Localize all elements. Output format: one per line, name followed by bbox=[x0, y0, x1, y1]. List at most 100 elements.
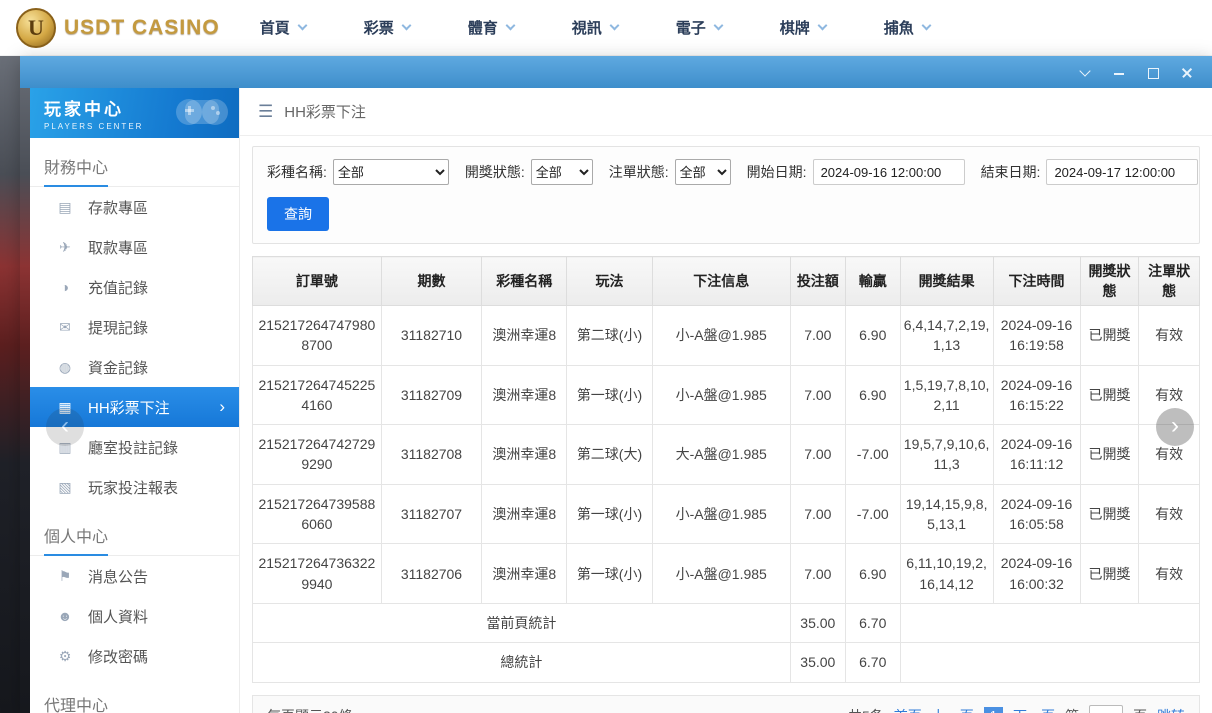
table-cell: 2024-09-16 16:19:58 bbox=[993, 306, 1080, 366]
nav-item[interactable]: 棋牌 bbox=[780, 17, 826, 38]
sidebar-item[interactable]: ⚑消息公告 bbox=[30, 556, 239, 596]
table-cell: 2152172647395886060 bbox=[253, 484, 382, 544]
sidebar-header: 玩家中心 PLAYERS CENTER bbox=[30, 88, 239, 138]
page-suffix-label: 页 bbox=[1133, 706, 1147, 713]
table-cell: 第二球(小) bbox=[567, 306, 652, 366]
sidebar-item[interactable]: ▤存款專區 bbox=[30, 187, 239, 227]
nav-item-label: 視訊 bbox=[572, 17, 602, 38]
bets-table: 訂單號期數彩種名稱玩法下注信息投注額輸贏開獎結果下注時間開獎狀態注單狀態 215… bbox=[252, 256, 1200, 683]
sidebar-item[interactable]: ◑充值記錄 bbox=[30, 267, 239, 307]
chevron-down-icon bbox=[609, 21, 619, 31]
end-date-input[interactable] bbox=[1046, 159, 1198, 185]
recharge-record-icon: ◑ bbox=[56, 279, 74, 295]
jump-link[interactable]: 跳转 bbox=[1157, 706, 1185, 713]
page-prefix-label: 第 bbox=[1065, 706, 1079, 713]
nav-item[interactable]: 首頁 bbox=[260, 17, 306, 38]
breadcrumb: ☰ HH彩票下注 bbox=[240, 88, 1212, 136]
close-icon[interactable] bbox=[1180, 65, 1194, 79]
nav-item-label: 電子 bbox=[676, 17, 706, 38]
summary-empty-cell bbox=[900, 643, 1199, 682]
summary-bet-total: 35.00 bbox=[790, 643, 845, 682]
search-button[interactable]: 查詢 bbox=[267, 197, 329, 231]
carousel-prev-button[interactable]: ‹ bbox=[46, 408, 84, 446]
start-date-label: 開始日期: bbox=[747, 162, 807, 182]
sidebar-item[interactable]: ▧玩家投注報表 bbox=[30, 467, 239, 507]
sidebar-item[interactable]: ✈取款專區 bbox=[30, 227, 239, 267]
table-cell: 已開獎 bbox=[1080, 365, 1139, 425]
hamburger-icon[interactable]: ☰ bbox=[258, 102, 273, 122]
carousel-next-button[interactable]: › bbox=[1156, 408, 1194, 446]
sidebar-item[interactable]: ☻個人資料 bbox=[30, 596, 239, 636]
table-cell: 31182707 bbox=[381, 484, 481, 544]
sidebar-item-label: 廳室投註記錄 bbox=[88, 437, 178, 458]
nav-item[interactable]: 捕魚 bbox=[884, 17, 930, 38]
player-report-icon: ▧ bbox=[56, 479, 74, 496]
order-status-select[interactable]: 全部 bbox=[675, 159, 731, 185]
table-cell: 2152172647452254160 bbox=[253, 365, 382, 425]
chevron-left-icon: ‹ bbox=[61, 414, 69, 438]
site-logo[interactable]: U USDT CASINO bbox=[16, 8, 220, 48]
window-body: 玩家中心 PLAYERS CENTER 財務中心▤存款專區✈取款專區◑充值記錄 bbox=[30, 88, 1212, 713]
start-date-filter: 開始日期: bbox=[747, 159, 965, 185]
table-cell: 2152172647363229940 bbox=[253, 544, 382, 604]
table-cell: 第二球(大) bbox=[567, 425, 652, 485]
sidebar-section-heading-label: 財務中心 bbox=[44, 154, 108, 187]
nav-item[interactable]: 彩票 bbox=[364, 17, 410, 38]
summary-empty-cell bbox=[900, 603, 1199, 642]
table-cell: 小-A盤@1.985 bbox=[652, 365, 790, 425]
column-header: 開獎結果 bbox=[900, 257, 993, 306]
lottery-name-filter: 彩種名稱: 全部 bbox=[267, 159, 449, 185]
table-cell: 1,5,19,7,8,10,2,11 bbox=[900, 365, 993, 425]
sidebar-item[interactable]: ◍資金記錄 bbox=[30, 347, 239, 387]
draw-status-select[interactable]: 全部 bbox=[531, 159, 593, 185]
next-page-link[interactable]: 下一页 bbox=[1013, 706, 1055, 713]
table-cell: 31182706 bbox=[381, 544, 481, 604]
sidebar-item[interactable]: ✉提現記錄 bbox=[30, 307, 239, 347]
table-cell: -7.00 bbox=[845, 425, 900, 485]
table-cell: 6,11,10,19,2,16,14,12 bbox=[900, 544, 993, 604]
table-cell: 小-A盤@1.985 bbox=[652, 484, 790, 544]
column-header: 玩法 bbox=[567, 257, 652, 306]
table-cell: 已開獎 bbox=[1080, 425, 1139, 485]
chevron-down-icon bbox=[817, 21, 827, 31]
pagination-bar: 每頁顯示20條 共5条 首页 上一页 1 下一页 第 页 跳转 bbox=[252, 695, 1200, 713]
table-cell: 7.00 bbox=[790, 306, 845, 366]
table-cell: 有效 bbox=[1139, 484, 1200, 544]
table-cell: -7.00 bbox=[845, 484, 900, 544]
nav-item-label: 首頁 bbox=[260, 17, 290, 38]
sidebar-item[interactable]: ⚙修改密碼 bbox=[30, 636, 239, 676]
prev-page-link[interactable]: 上一页 bbox=[932, 706, 974, 713]
window-titlebar bbox=[20, 56, 1212, 88]
table-cell: 澳洲幸運8 bbox=[482, 544, 567, 604]
table-row: 215217264742729929031182708澳洲幸運8第二球(大)大-… bbox=[253, 425, 1200, 485]
collapse-window-icon[interactable] bbox=[1078, 65, 1092, 79]
end-date-filter: 結束日期: bbox=[981, 159, 1199, 185]
minimize-icon[interactable] bbox=[1112, 65, 1126, 79]
gamepad-icon bbox=[169, 92, 235, 134]
maximize-icon[interactable] bbox=[1146, 65, 1160, 79]
lottery-name-label: 彩種名稱: bbox=[267, 162, 327, 182]
chevron-down-icon bbox=[713, 21, 723, 31]
nav-item[interactable]: 體育 bbox=[468, 17, 514, 38]
filter-panel: 彩種名稱: 全部 開獎狀態: 全部 bbox=[252, 146, 1200, 244]
cashout-record-icon: ✉ bbox=[56, 319, 74, 336]
summary-winloss-total: 6.70 bbox=[845, 643, 900, 682]
table-cell: 第一球(小) bbox=[567, 484, 652, 544]
current-page[interactable]: 1 bbox=[984, 707, 1003, 713]
main-menu: 首頁 彩票 體育 視訊 電子 棋牌 捕魚 bbox=[260, 17, 930, 38]
announcement-icon: ⚑ bbox=[56, 568, 74, 585]
nav-item[interactable]: 電子 bbox=[676, 17, 722, 38]
table-cell: 6.90 bbox=[845, 365, 900, 425]
first-page-link[interactable]: 首页 bbox=[894, 706, 922, 713]
lottery-name-select[interactable]: 全部 bbox=[333, 159, 449, 185]
table-cell: 已開獎 bbox=[1080, 484, 1139, 544]
table-cell: 2152172647479808700 bbox=[253, 306, 382, 366]
filter-actions: 查詢 bbox=[267, 197, 1185, 231]
page-jump-input[interactable] bbox=[1089, 705, 1123, 713]
main-content: ☰ HH彩票下注 彩種名稱: 全部 bbox=[240, 88, 1212, 713]
deposit-icon: ▤ bbox=[56, 199, 74, 216]
page-title: HH彩票下注 bbox=[284, 101, 366, 122]
nav-item[interactable]: 視訊 bbox=[572, 17, 618, 38]
profile-icon: ☻ bbox=[56, 608, 74, 624]
start-date-input[interactable] bbox=[813, 159, 965, 185]
